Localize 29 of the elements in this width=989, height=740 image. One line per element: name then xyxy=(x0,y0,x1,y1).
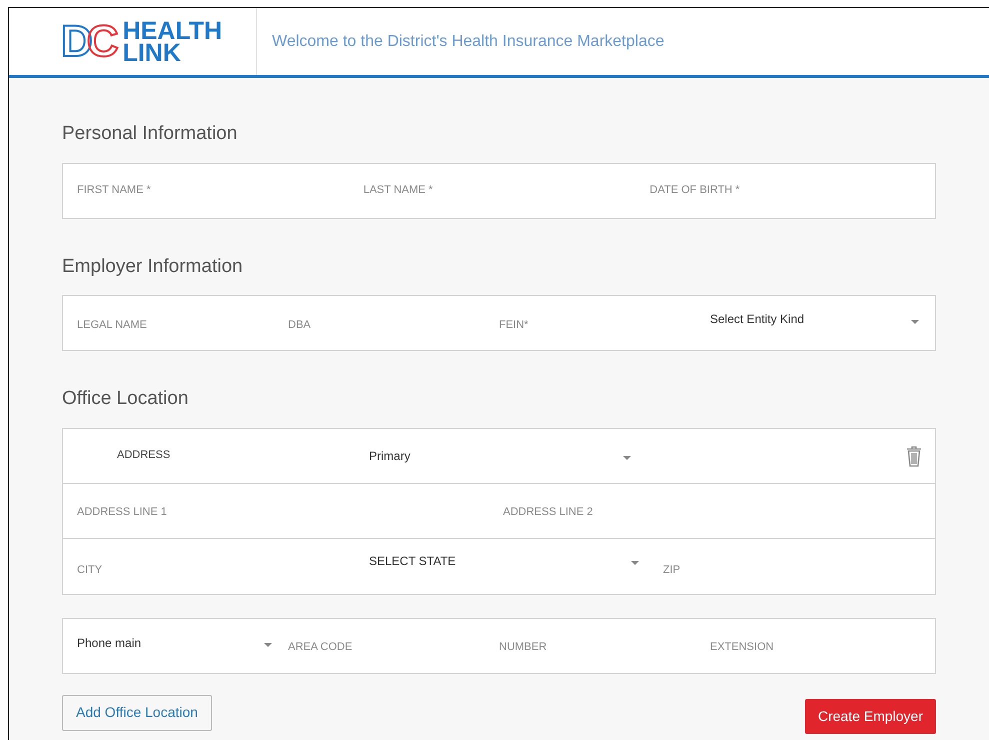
address-line-2-field[interactable]: ADDRESS LINE 2 xyxy=(503,504,703,521)
extension-field[interactable]: EXTENSION xyxy=(710,639,890,656)
caret-icon xyxy=(631,561,639,565)
first-name-field[interactable]: FIRST NAME * xyxy=(77,182,257,199)
add-office-location-button[interactable]: Add Office Location xyxy=(62,694,212,730)
tagline: Welcome to the District's Health Insurance Marketplace xyxy=(272,32,664,52)
address-kind-select[interactable]: Primary xyxy=(369,446,631,464)
caret-icon xyxy=(623,456,631,460)
entity-kind-select[interactable]: Select Entity Kind xyxy=(710,310,921,328)
last-name-field[interactable]: LAST NAME * xyxy=(363,182,544,199)
legal-name-field[interactable]: LEGAL NAME xyxy=(77,316,257,334)
section-title: Personal Information xyxy=(62,122,238,146)
address-line-1-field[interactable]: ADDRESS LINE 1 xyxy=(77,504,277,521)
address-label: ADDRESS xyxy=(117,448,172,464)
city-field[interactable]: CITY xyxy=(77,562,369,578)
zip-field[interactable]: ZIP xyxy=(663,562,813,578)
phone-kind-select[interactable]: Phone main xyxy=(77,634,272,652)
dba-field[interactable]: DBA xyxy=(288,316,468,334)
area-code-field[interactable]: AREA CODE xyxy=(288,639,468,656)
section-title: Office Location xyxy=(62,387,190,411)
caret-icon xyxy=(911,320,919,324)
section-title: Employer Information xyxy=(62,254,244,278)
number-field[interactable]: NUMBER xyxy=(499,639,679,656)
create-employer-button[interactable]: Create Employer xyxy=(804,698,936,734)
state-select[interactable]: SELECT STATE xyxy=(369,552,639,570)
caret-icon xyxy=(264,642,272,646)
date-of-birth-field[interactable]: DATE OF BIRTH * xyxy=(650,182,830,199)
trash-icon[interactable] xyxy=(906,444,922,466)
fein-field[interactable]: FEIN* xyxy=(499,316,679,334)
